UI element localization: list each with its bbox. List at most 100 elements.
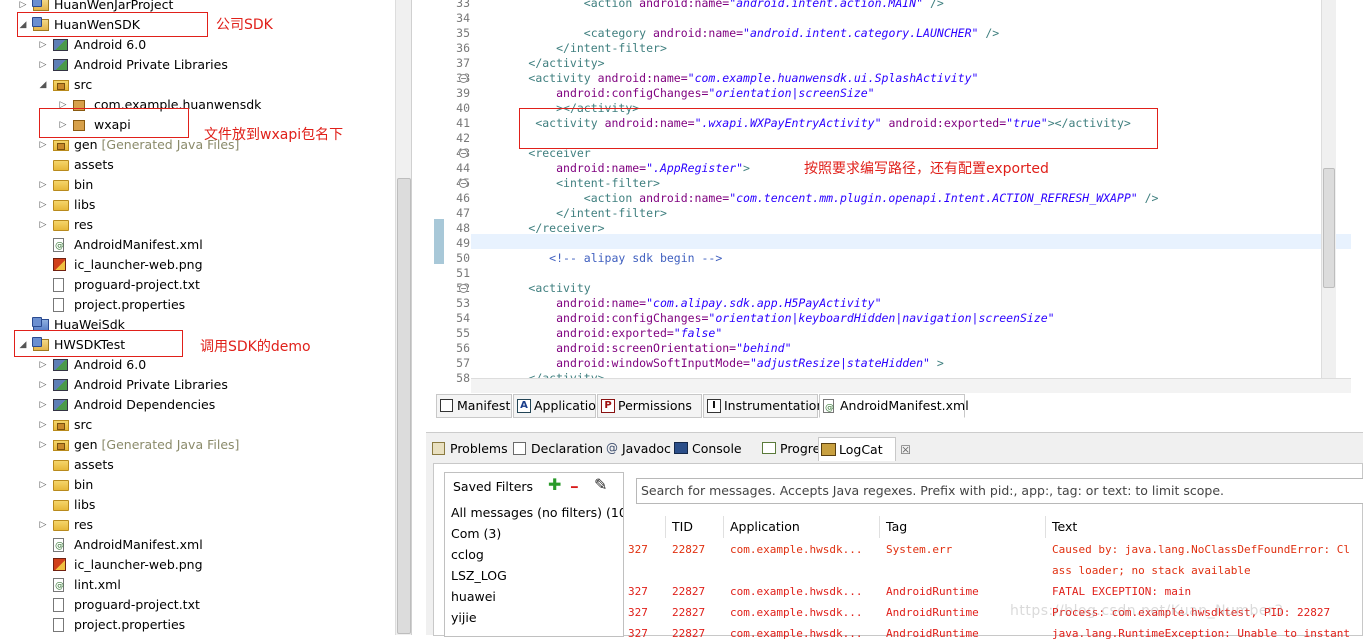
filter-item[interactable]: Com (3)	[451, 526, 501, 541]
tree-item[interactable]: project.properties	[0, 615, 395, 635]
tree-item[interactable]: ic_launcher-web.png	[0, 555, 395, 575]
collapsed-twisty-icon[interactable]: ▷	[38, 435, 48, 455]
tree-item[interactable]: ▷ bin	[0, 175, 395, 195]
collapsed-twisty-icon[interactable]: ▷	[38, 135, 48, 155]
add-filter-button[interactable]: ✚	[548, 477, 561, 493]
editor-tab-manifest[interactable]: Manifest	[436, 394, 512, 418]
collapsed-twisty-icon[interactable]: ▷	[38, 355, 48, 375]
package-folder-icon	[53, 420, 69, 431]
tree-item[interactable]: assets	[0, 455, 395, 475]
tree-item[interactable]: project.properties	[0, 295, 395, 315]
tree-item[interactable]: lint.xml	[0, 575, 395, 596]
view-tab-logcat[interactable]: LogCat ☒	[818, 437, 911, 461]
fold-toggle-icon[interactable]: −	[459, 149, 468, 158]
collapsed-twisty-icon[interactable]: ▷	[38, 35, 48, 55]
expanded-twisty-icon[interactable]: ◢	[38, 75, 48, 95]
tree-item[interactable]: libs	[0, 495, 395, 515]
view-tab-problems[interactable]: Problems	[430, 437, 508, 461]
tree-item-label: project.properties	[74, 297, 186, 312]
view-tab-declaration[interactable]: Declaration	[511, 437, 603, 461]
view-tab-progress[interactable]: Progress	[760, 437, 833, 461]
tree-item-label: libs	[74, 497, 96, 512]
editor-scrollbar[interactable]	[1321, 0, 1336, 378]
tree-item[interactable]: ▷ src	[0, 415, 395, 435]
tree-item[interactable]: AndroidManifest.xml	[0, 535, 395, 556]
filter-item[interactable]: LSZ_LOG	[451, 568, 507, 583]
fold-toggle-icon[interactable]: −	[459, 284, 468, 293]
explorer-scrollbar[interactable]	[395, 0, 411, 635]
filter-item[interactable]: All messages (no filters) (10(	[451, 505, 623, 520]
remove-filter-button[interactable]: ━	[571, 481, 578, 495]
tree-item[interactable]: assets	[0, 155, 395, 175]
collapsed-twisty-icon[interactable]: ▷	[38, 215, 48, 235]
column-header[interactable]: Application	[724, 516, 880, 538]
code-token: <category	[583, 26, 654, 40]
current-line-highlight	[471, 234, 1351, 249]
log-cell-tid: 22827	[672, 585, 706, 598]
tree-item[interactable]: ic_launcher-web.png	[0, 255, 395, 275]
editor-tab-instrumentation[interactable]: I Instrumentation	[703, 394, 824, 418]
filter-item[interactable]: cclog	[451, 547, 484, 562]
filter-item[interactable]: yijie	[451, 610, 477, 625]
folder-icon	[53, 520, 69, 531]
tree-item[interactable]: ▷ res	[0, 515, 395, 535]
code-token: android:configChanges=	[556, 86, 709, 100]
code-line: android:name=".AppRegister">	[473, 161, 750, 176]
log-cell-text: java.lang.RuntimeException: Unable to in…	[1052, 627, 1351, 640]
tree-item[interactable]: ▷ bin	[0, 475, 395, 495]
code-token: android:name=	[556, 296, 647, 310]
tree-item[interactable]: ▷ Android Dependencies	[0, 395, 395, 415]
edit-filter-button[interactable]: ✎	[594, 477, 607, 493]
editor-scroll-thumb[interactable]	[1323, 168, 1335, 288]
tree-item[interactable]: ▷ Android Private Libraries	[0, 375, 395, 395]
code-token: android:configChanges=	[556, 311, 709, 325]
tree-item[interactable]: ◢ src	[0, 75, 395, 95]
code-token: </intent-filter>	[556, 206, 667, 220]
collapsed-twisty-icon[interactable]: ▷	[38, 475, 48, 495]
collapsed-twisty-icon[interactable]: ▷	[38, 55, 48, 75]
view-tab-javadoc[interactable]: @ Javadoc	[602, 437, 671, 461]
collapsed-twisty-icon[interactable]: ▷	[38, 395, 48, 415]
view-tab-console[interactable]: Console	[672, 437, 758, 461]
close-icon[interactable]: ☒	[900, 438, 911, 462]
package-folder-icon	[53, 140, 69, 151]
xml-file-icon	[823, 397, 834, 419]
code-line: android:screenOrientation="behind"	[473, 341, 791, 356]
log-cell-text: ass loader; no stack available	[1052, 564, 1251, 577]
library-icon	[53, 379, 68, 391]
library-icon	[53, 59, 68, 71]
tree-item[interactable]: ▷ gen [Generated Java Files]	[0, 435, 395, 455]
column-header[interactable]: Text	[1046, 516, 1363, 538]
editor-tab-application[interactable]: A Application	[513, 394, 604, 418]
filter-item[interactable]: huawei	[451, 589, 496, 604]
tree-item[interactable]: ▷ Android 6.0	[0, 35, 395, 55]
editor-tab-permissions[interactable]: P Permissions	[597, 394, 702, 418]
tree-item-label: libs	[74, 197, 96, 212]
tree-item[interactable]: ▷ Android 6.0	[0, 355, 395, 375]
tree-item[interactable]: AndroidManifest.xml	[0, 235, 395, 256]
collapsed-twisty-icon[interactable]: ▷	[38, 375, 48, 395]
fold-toggle-icon[interactable]: −	[459, 74, 468, 83]
explorer-scroll-thumb[interactable]	[397, 178, 411, 634]
column-header[interactable]: TID	[666, 516, 724, 538]
tree-item[interactable]: ▷ libs	[0, 195, 395, 215]
tree-item-label: res	[74, 217, 94, 232]
collapsed-twisty-icon[interactable]: ▷	[38, 195, 48, 215]
code-line: </receiver>	[473, 221, 604, 236]
collapsed-twisty-icon[interactable]: ▷	[38, 175, 48, 195]
collapsed-twisty-icon[interactable]: ▷	[38, 415, 48, 435]
collapsed-twisty-icon[interactable]: ▷	[38, 515, 48, 535]
logcat-search-input[interactable]: Search for messages. Accepts Java regexe…	[636, 478, 1363, 504]
fold-toggle-icon[interactable]: −	[459, 179, 468, 188]
tree-item[interactable]: proguard-project.txt	[0, 275, 395, 295]
column-header[interactable]: D	[628, 516, 666, 538]
tree-item[interactable]: ▷ res	[0, 215, 395, 235]
editor-tab-xml-file[interactable]: AndroidManifest.xml	[819, 394, 969, 419]
editor-horizontal-scrollbar[interactable]	[471, 378, 1351, 393]
view-tab-label: Console	[692, 441, 742, 456]
column-header[interactable]: Tag	[880, 516, 1046, 538]
tree-item[interactable]: ▷ Android Private Libraries	[0, 55, 395, 75]
tree-item[interactable]: proguard-project.txt	[0, 595, 395, 615]
log-cell-tag: System.err	[886, 543, 953, 556]
